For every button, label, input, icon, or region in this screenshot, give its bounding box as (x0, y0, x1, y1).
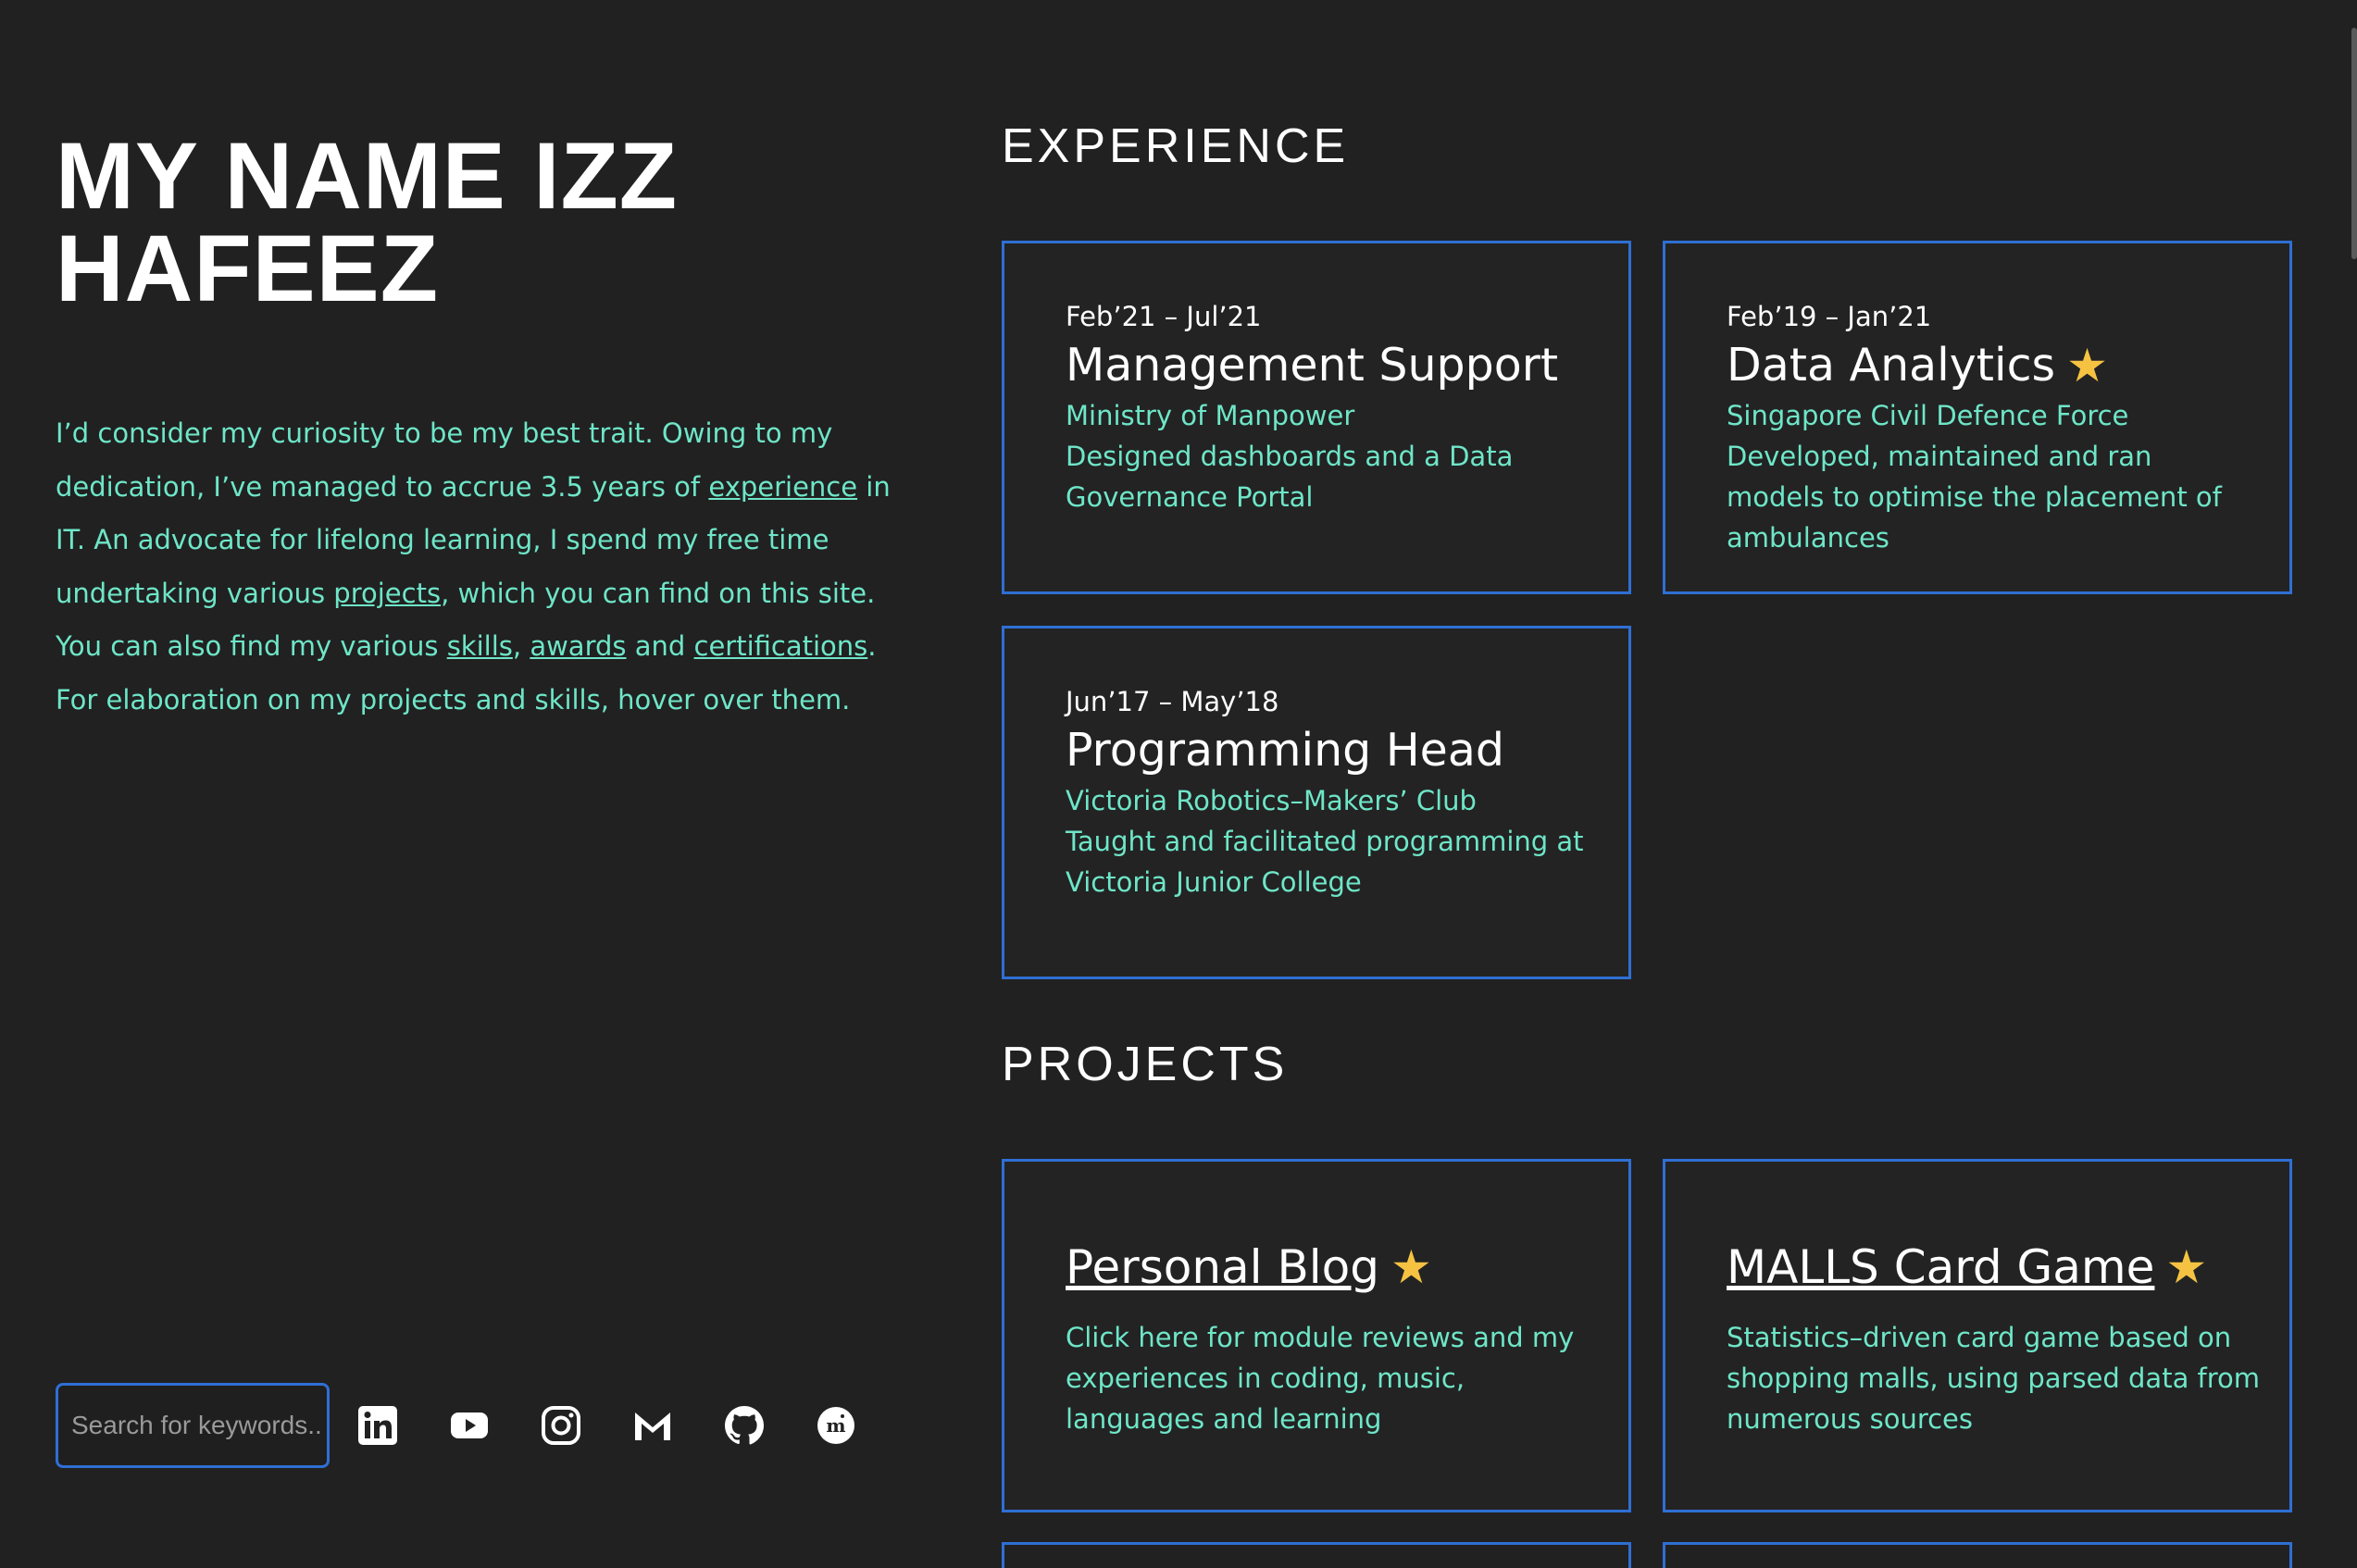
page: MY NAME IZZ HAFEEZ I’d consider my curio… (0, 0, 2357, 1568)
experience-date: Feb’21 – Jul’21 (1066, 301, 1262, 332)
experience-date: Jun’17 – May’18 (1066, 686, 1279, 717)
youtube-icon[interactable] (445, 1401, 493, 1450)
experience-desc: Developed, maintained and ran models to … (1727, 441, 2222, 554)
project-desc: Statistics–driven card game based on sho… (1727, 1322, 2261, 1435)
medium-icon[interactable]: m (812, 1401, 860, 1450)
experience-org: Ministry of Manpower (1066, 400, 1355, 431)
project-card[interactable]: Personal Blog ★ Click here for module rev… (1002, 1159, 1631, 1512)
gmail-icon[interactable] (629, 1401, 677, 1450)
project-card[interactable]: MALLS Card Game ★ Statistics–driven card … (1663, 1159, 2292, 1512)
awards-link[interactable]: awards (530, 630, 626, 662)
experience-org: Singapore Civil Defence Force (1727, 400, 2129, 431)
experience-date: Feb’19 – Jan’21 (1727, 301, 1932, 332)
instagram-icon[interactable] (537, 1401, 585, 1450)
experience-desc: Taught and facilitated programming at Vi… (1066, 826, 1584, 898)
experience-card[interactable]: Feb’21 – Jul’21 Management Support Minis… (1002, 241, 1631, 594)
certifications-link[interactable]: certifications (694, 630, 868, 662)
project-title-link[interactable]: Personal Blog (1066, 1238, 1379, 1297)
intro-text: , (512, 630, 530, 662)
experience-role-text: Data Analytics (1727, 339, 2056, 392)
star-icon: ★ (1390, 1240, 1432, 1294)
profile-intro: I’d consider my curiosity to be my best … (56, 407, 898, 727)
project-title-link[interactable]: MALLS Card Game (1727, 1238, 2154, 1297)
project-desc: Click here for module reviews and my exp… (1066, 1322, 1575, 1435)
projects-link[interactable]: projects (333, 578, 441, 609)
linkedin-icon[interactable] (354, 1401, 402, 1450)
star-icon: ★ (2165, 1240, 2208, 1294)
experience-role: Data Analytics ★ (1727, 336, 2289, 395)
experience-role: Programming Head (1066, 721, 1628, 780)
profile-column: MY NAME IZZ HAFEEZ I’d consider my curio… (56, 123, 907, 727)
experience-desc: Designed dashboards and a Data Governanc… (1066, 441, 1514, 513)
project-title: Personal Blog ★ (1066, 1238, 1628, 1297)
search-box (56, 1383, 330, 1468)
star-icon: ★ (2066, 339, 2108, 392)
experience-card[interactable]: Jun’17 – May’18 Programming Head Victori… (1002, 626, 1631, 979)
scrollbar-thumb[interactable] (2351, 28, 2357, 259)
experience-link[interactable]: experience (708, 471, 857, 503)
project-card-partial[interactable] (1002, 1542, 1631, 1568)
experience-card[interactable]: Feb’19 – Jan’21 Data Analytics ★ Singapor… (1663, 241, 2292, 594)
experience-heading: EXPERIENCE (1002, 119, 1350, 173)
project-title: MALLS Card Game ★ (1727, 1238, 2289, 1297)
experience-role: Management Support (1066, 336, 1628, 395)
intro-text: and (626, 630, 694, 662)
experience-role-text: Programming Head (1066, 724, 1504, 777)
profile-name: MY NAME IZZ HAFEEZ (56, 123, 679, 321)
search-social-row: m (56, 1383, 860, 1468)
experience-role-text: Management Support (1066, 339, 1559, 392)
project-card-partial[interactable] (1663, 1542, 2292, 1568)
projects-heading: PROJECTS (1002, 1038, 1289, 1091)
experience-org: Victoria Robotics–Makers’ Club (1066, 785, 1477, 816)
github-icon[interactable] (720, 1401, 768, 1450)
search-input[interactable] (69, 1410, 323, 1441)
skills-link[interactable]: skills (447, 630, 513, 662)
